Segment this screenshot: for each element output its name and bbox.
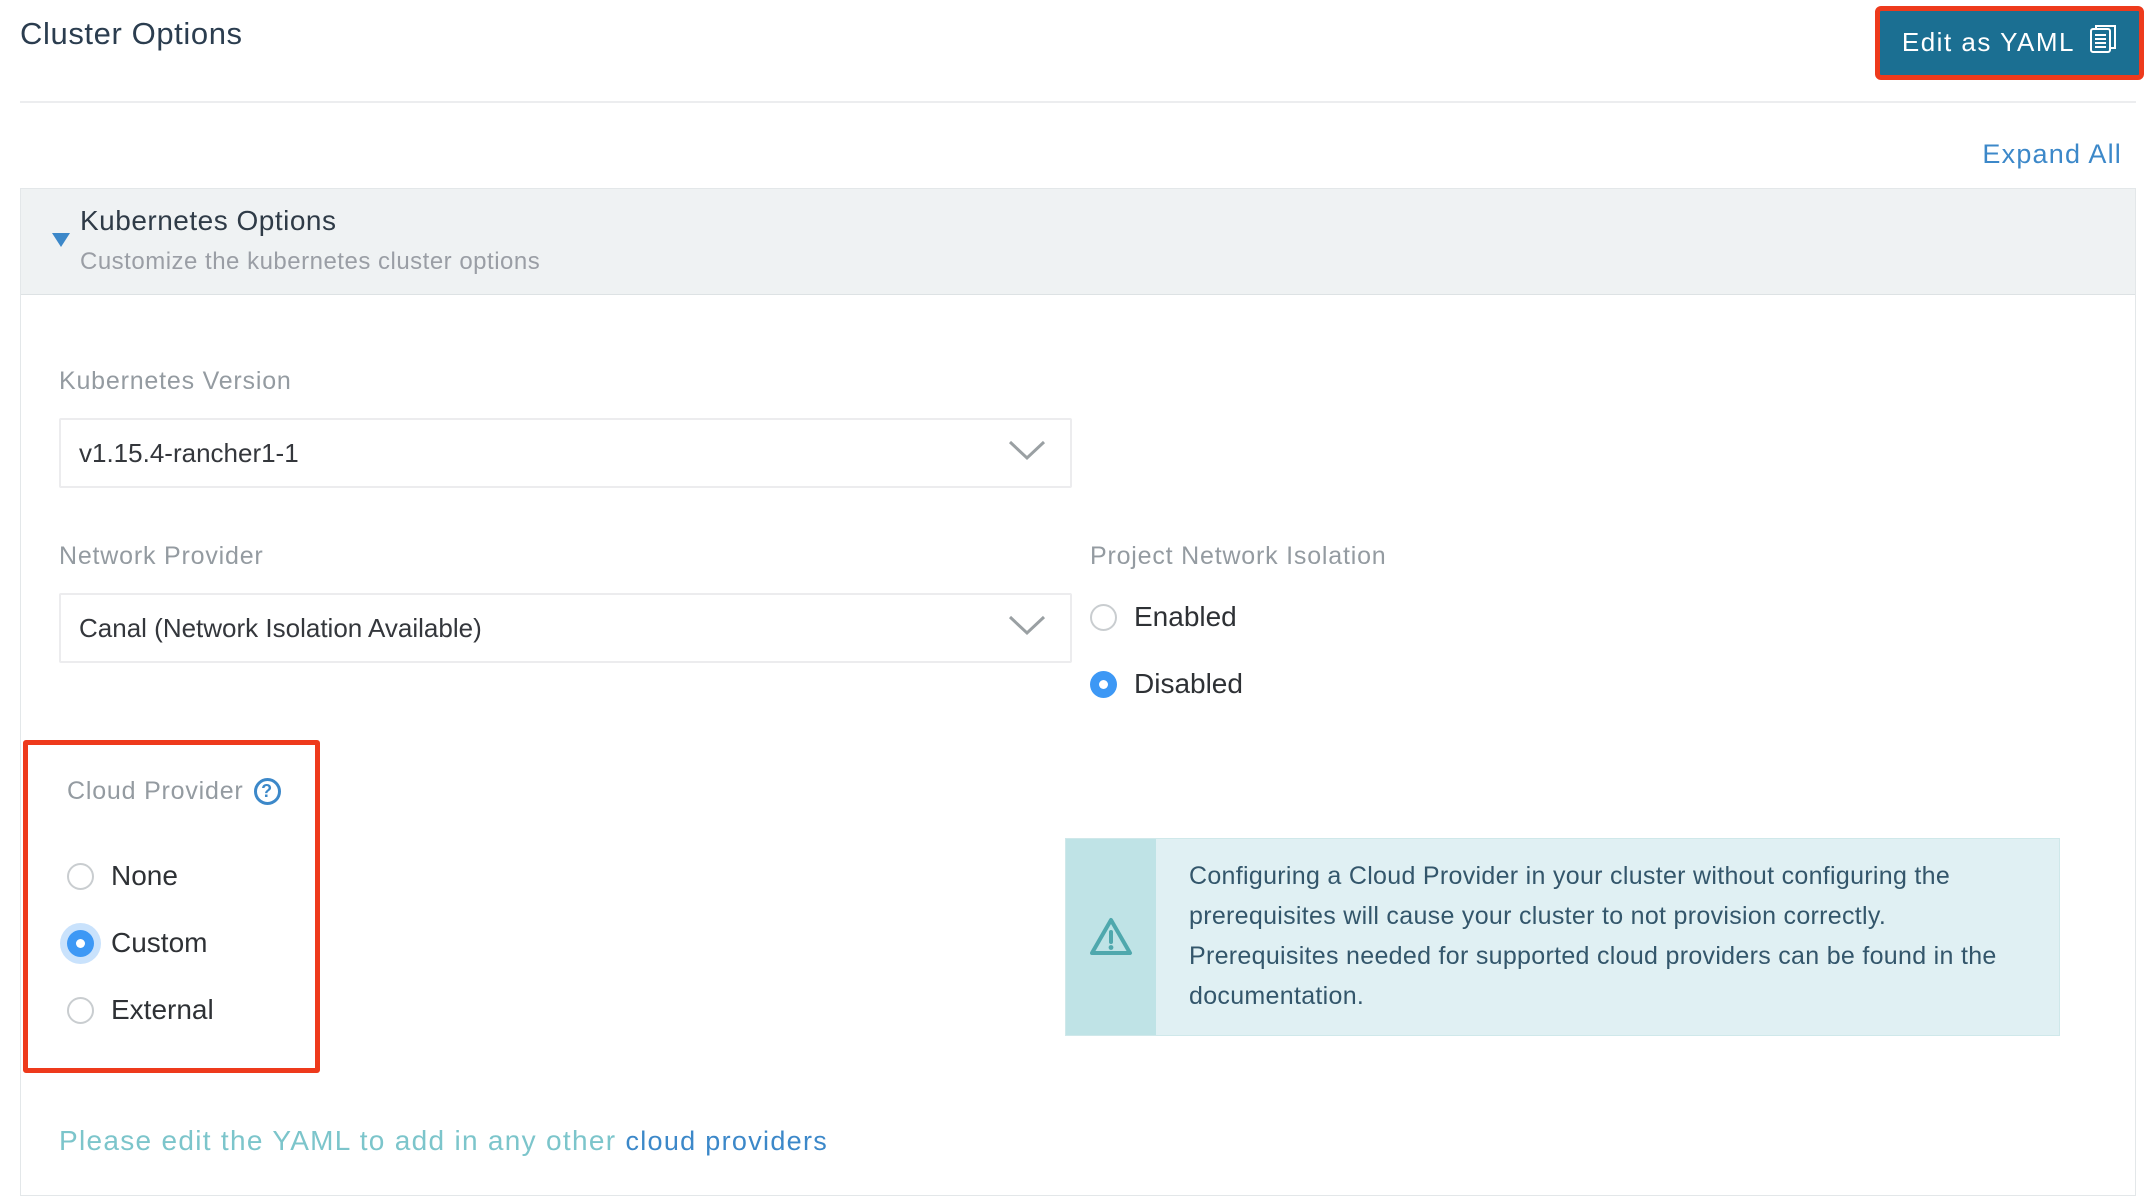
radio-button[interactable] xyxy=(1090,670,1117,698)
note-text: Please edit the YAML to add in any other xyxy=(59,1125,626,1156)
project-network-isolation-label: Project Network Isolation xyxy=(1090,542,1387,570)
cluster-options-page: Cluster Options Edit as YAML Expand All … xyxy=(0,0,2156,1196)
chevron-down-icon xyxy=(1006,438,1048,469)
kubernetes-version-select[interactable]: v1.15.4-rancher1-1 xyxy=(59,418,1072,488)
radio-button[interactable] xyxy=(67,862,94,890)
cloud-providers-link[interactable]: cloud providers xyxy=(625,1126,828,1156)
kubernetes-options-section-toggle[interactable]: Kubernetes Options Customize the kuberne… xyxy=(21,189,2135,295)
chevron-down-icon xyxy=(1006,613,1048,644)
warning-icon xyxy=(1066,839,1156,1035)
section-subtitle: Customize the kubernetes cluster options xyxy=(80,248,541,275)
expand-all-link[interactable]: Expand All xyxy=(1982,139,2122,169)
caret-down-icon xyxy=(52,233,70,247)
radio-button[interactable] xyxy=(1090,603,1117,631)
cloud-provider-warning-banner: Configuring a Cloud Provider in your clu… xyxy=(1065,838,2060,1036)
edit-as-yaml-label: Edit as YAML xyxy=(1901,27,2075,57)
warning-text: Configuring a Cloud Provider in your clu… xyxy=(1156,839,2059,1035)
section-title: Kubernetes Options xyxy=(80,205,337,236)
kubernetes-version-label: Kubernetes Version xyxy=(59,367,292,395)
network-provider-select[interactable]: Canal (Network Isolation Available) xyxy=(59,593,1072,663)
radio-option-none[interactable]: None xyxy=(67,860,281,892)
network-provider-label: Network Provider xyxy=(59,542,264,570)
radio-option-external[interactable]: External xyxy=(67,994,281,1026)
radio-button[interactable] xyxy=(67,996,94,1024)
edit-as-yaml-button[interactable]: Edit as YAML xyxy=(1874,6,2144,80)
radio-option-enabled[interactable]: Enabled xyxy=(1090,601,2097,633)
kubernetes-options-form: Kubernetes Version v1.15.4-rancher1-1 Ne… xyxy=(21,367,2135,1195)
kubernetes-options-section: Kubernetes Options Customize the kuberne… xyxy=(20,188,2136,1196)
radio-option-custom[interactable]: Custom xyxy=(67,927,281,959)
clipboard-icon xyxy=(2089,23,2119,62)
cloud-provider-label: Cloud Provider ? xyxy=(67,777,281,806)
help-icon[interactable]: ? xyxy=(253,778,281,805)
highlight-box-cloud-provider: Cloud Provider ? None Custom External xyxy=(23,740,320,1073)
yaml-edit-note: Please edit the YAML to add in any other… xyxy=(59,1125,2097,1185)
network-provider-value: Canal (Network Isolation Available) xyxy=(79,612,482,643)
radio-option-disabled[interactable]: Disabled xyxy=(1090,668,2097,700)
kubernetes-version-value: v1.15.4-rancher1-1 xyxy=(79,437,299,468)
page-title: Cluster Options xyxy=(20,16,243,51)
radio-button[interactable] xyxy=(67,929,94,957)
header-divider xyxy=(20,101,2136,103)
